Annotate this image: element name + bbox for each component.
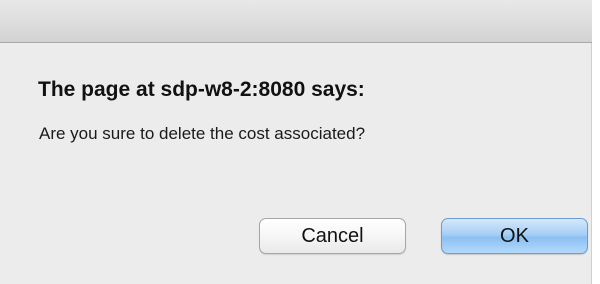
alert-dialog: The page at sdp-w8-2:8080 says: Are you … — [0, 0, 592, 284]
cancel-button[interactable]: Cancel — [259, 218, 406, 254]
dialog-message: Are you sure to delete the cost associat… — [39, 124, 366, 143]
cancel-button-label: Cancel — [301, 224, 364, 247]
dialog-titlebar[interactable] — [0, 0, 592, 43]
ok-button[interactable]: OK — [441, 218, 588, 254]
ok-button-label: OK — [500, 224, 529, 247]
dialog-heading: The page at sdp-w8-2:8080 says: — [38, 78, 365, 101]
